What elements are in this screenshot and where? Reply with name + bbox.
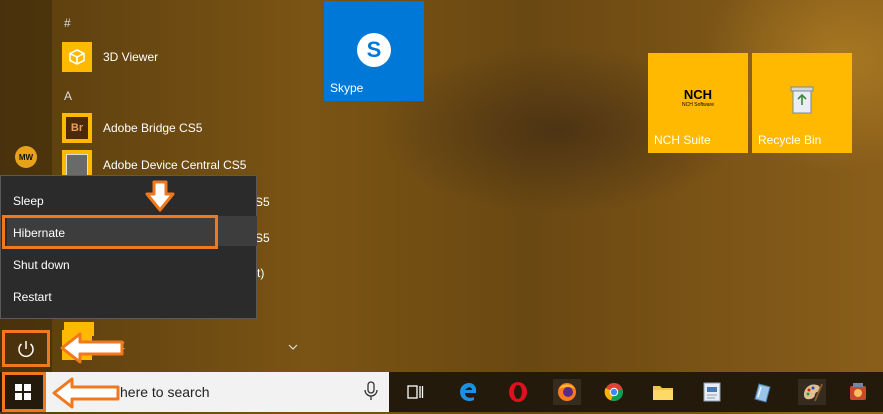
section-header-a[interactable]: A [64,89,72,103]
task-view-icon[interactable] [402,379,428,405]
tile-label: Skype [330,81,364,95]
opera-browser-icon[interactable] [505,379,531,405]
tile-nch-suite[interactable]: NCH NCH Software NCH Suite [648,53,748,153]
edge-browser-icon[interactable] [455,379,481,405]
annotation-hibernate-box [2,215,218,249]
recycle-bin-icon [790,85,814,120]
media-app-icon[interactable] [845,379,871,405]
partial-label: S5 [255,231,270,245]
tile-label: NCH Suite [654,133,711,147]
app-label: 3D Viewer [103,50,159,64]
power-button[interactable] [14,337,38,361]
partial-label: t) [257,266,265,280]
bridge-icon: Br [62,113,92,143]
annotation-down-arrow-icon [145,180,175,217]
section-header-hash[interactable]: # [64,16,71,30]
chevron-down-icon[interactable] [288,337,298,355]
nch-logo-icon: NCH NCH Software [678,88,718,112]
file-explorer-icon[interactable] [650,379,676,405]
app-item-3d-viewer[interactable]: 3D Viewer [62,40,158,74]
tile-recycle-bin[interactable]: Recycle Bin [752,53,852,153]
tile-skype[interactable]: S Skype [324,1,424,101]
notes-app-icon[interactable] [749,379,775,405]
bridge-badge: Br [66,117,88,139]
nch-logo-text: NCH [683,87,713,102]
skype-icon: S [357,33,391,67]
power-menu-sleep[interactable]: Sleep [13,194,44,208]
app-item-adobe-bridge[interactable]: Br Adobe Bridge CS5 [62,111,202,145]
tile-label: Recycle Bin [758,133,822,147]
annotation-search-arrow-icon [52,377,122,414]
power-icon [18,341,34,358]
avatar-text: MW [18,152,34,162]
firefox-browser-icon[interactable] [553,379,581,405]
partial-label: S5 [255,195,270,209]
app-label: Adobe Device Central CS5 [103,158,247,172]
chrome-browser-icon[interactable] [601,379,627,405]
nch-logo-subtext: NCH Software [682,102,714,108]
user-avatar[interactable]: MW [15,146,37,168]
search-placeholder: here to search [120,384,210,400]
power-menu-shut-down[interactable]: Shut down [13,258,70,272]
app-label: Adobe Bridge CS5 [103,121,203,135]
annotation-left-arrow-icon [60,332,126,369]
power-menu-restart[interactable]: Restart [13,290,52,304]
microphone-icon[interactable] [364,381,378,406]
start-button[interactable] [12,381,34,403]
paint-app-icon[interactable] [798,379,826,405]
cube-icon [62,42,92,72]
windows-logo-icon [15,384,31,400]
document-app-icon[interactable] [699,379,725,405]
